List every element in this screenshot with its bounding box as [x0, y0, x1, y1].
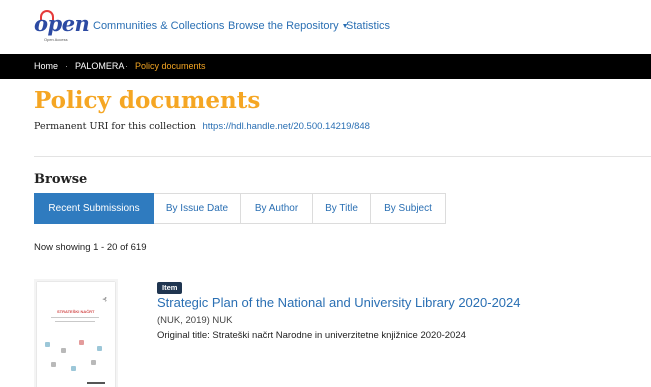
item-original-title: Original title: Strateški načrt Narodne … [157, 330, 466, 341]
tab-by-author[interactable]: By Author [241, 193, 313, 224]
breadcrumb-separator: · [65, 61, 68, 71]
cover-graphic-icon [61, 348, 66, 353]
cover-graphic-icon [97, 346, 102, 351]
item-publisher-date: (NUK, 2019) NUK [157, 315, 233, 326]
logo-subtitle: Open Access [44, 37, 68, 42]
breadcrumb-palomera[interactable]: PALOMERA [75, 61, 124, 72]
page-title: Policy documents [34, 87, 261, 114]
results-count: Now showing 1 - 20 of 619 [34, 242, 147, 253]
section-divider [34, 156, 651, 157]
cover-text-line [51, 317, 99, 318]
browse-tabs: Recent Submissions By Issue Date By Auth… [34, 193, 446, 224]
permanent-uri-label: Permanent URI for this collection [34, 121, 196, 132]
tab-by-subject[interactable]: By Subject [371, 193, 446, 224]
breadcrumb-separator: · [125, 61, 128, 71]
nav-statistics[interactable]: Statistics [346, 20, 390, 33]
permanent-uri: Permanent URI for this collection https:… [34, 121, 370, 133]
cover-graphic-icon [45, 342, 50, 347]
cover-graphic-icon [91, 360, 96, 365]
thumbnail-cover: ⊰ STRATEŠKI NAČRT [37, 282, 115, 387]
permanent-uri-link[interactable]: https://hdl.handle.net/20.500.14219/848 [203, 121, 370, 132]
tab-recent-submissions[interactable]: Recent Submissions [34, 193, 154, 224]
repository-logo[interactable]: open Open Access [34, 10, 90, 46]
cover-logo-icon: ⊰ [101, 297, 107, 303]
cover-heading: STRATEŠKI NAČRT [57, 309, 95, 314]
tab-by-title[interactable]: By Title [313, 193, 371, 224]
breadcrumb: Home · PALOMERA · Policy documents [0, 54, 651, 79]
breadcrumb-current: Policy documents [135, 61, 206, 71]
cover-graphic-icon [79, 340, 84, 345]
nav-browse-repository[interactable]: Browse the Repository ▼ [228, 20, 349, 33]
nav-communities-collections[interactable]: Communities & Collections [93, 20, 224, 33]
nav-browse-label: Browse the Repository [228, 20, 339, 32]
logo-wordmark: open [34, 11, 90, 36]
browse-heading: Browse [34, 172, 88, 187]
cover-text-line [55, 321, 95, 322]
tab-by-issue-date[interactable]: By Issue Date [154, 193, 241, 224]
cover-footer-line [87, 382, 105, 384]
cover-graphic-icon [51, 362, 56, 367]
breadcrumb-home[interactable]: Home [34, 61, 58, 72]
top-navbar: open Open Access Communities & Collectio… [0, 0, 651, 54]
item-thumbnail[interactable]: ⊰ STRATEŠKI NAČRT [34, 279, 118, 387]
cover-graphic-icon [71, 366, 76, 371]
item-type-badge: Item [157, 282, 183, 294]
item-title-link[interactable]: Strategic Plan of the National and Unive… [157, 295, 521, 311]
